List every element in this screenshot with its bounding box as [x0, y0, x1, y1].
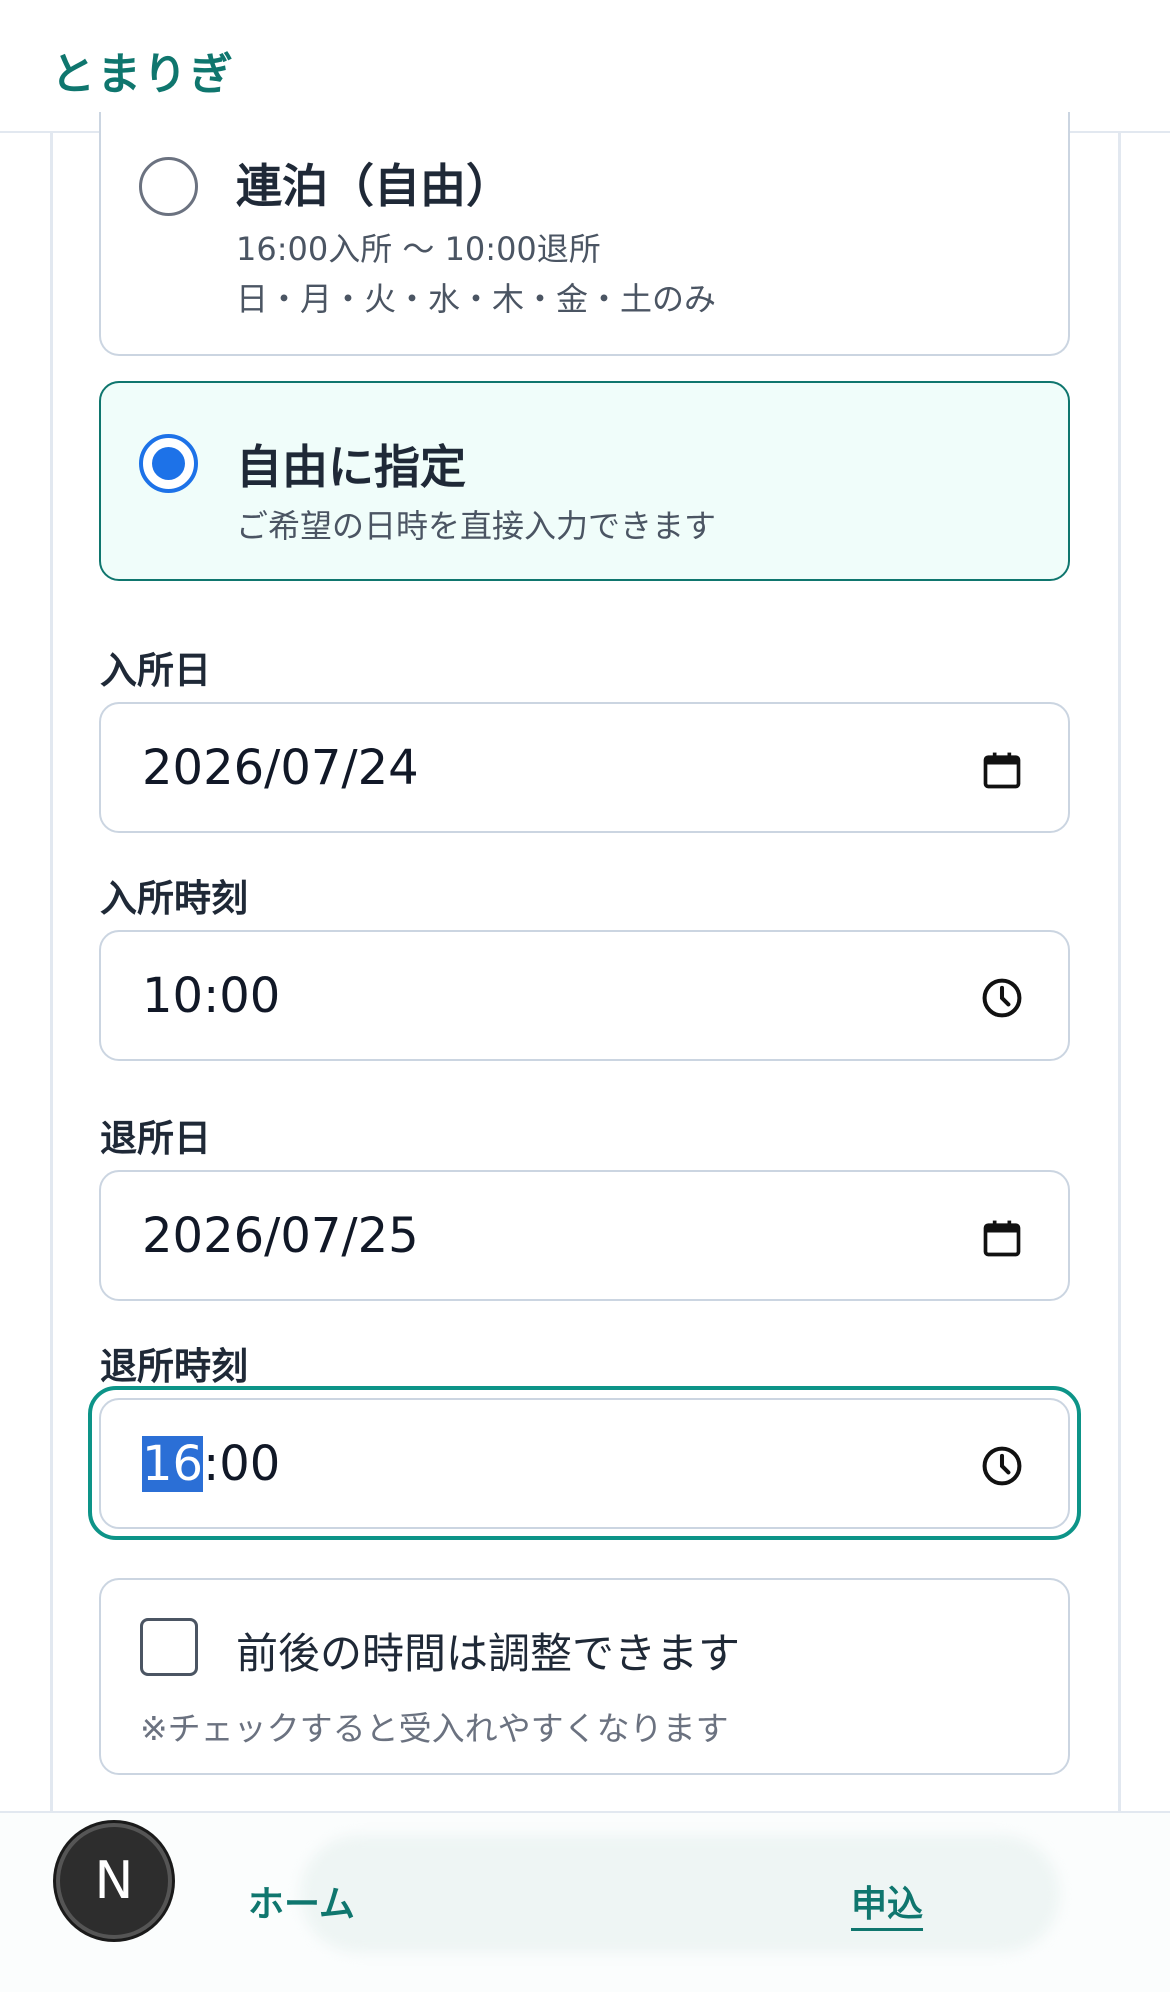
radio-button[interactable] — [139, 157, 198, 216]
checkout-date-value: 2026/07/25 — [142, 1208, 419, 1264]
nav-background — [300, 1835, 1060, 1953]
calendar-icon[interactable] — [980, 748, 1024, 792]
checkin-date-label: 入所日 — [100, 649, 211, 692]
flexible-time-card: 前後の時間は調整できます ※チェックすると受入れやすくなります — [99, 1578, 1070, 1775]
checkin-time-input[interactable]: 10:00 — [99, 930, 1070, 1061]
option-title: 連泊（自由） — [236, 159, 512, 213]
hour-segment-selected[interactable]: 16 — [142, 1436, 204, 1492]
checkin-date-value: 2026/07/24 — [142, 740, 419, 796]
option-title: 自由に指定 — [236, 440, 466, 494]
option-custom-card[interactable]: 自由に指定 ご希望の日時を直接入力できます — [99, 381, 1070, 581]
checkin-time-label: 入所時刻 — [100, 877, 248, 920]
calendar-icon[interactable] — [980, 1216, 1024, 1260]
minute-segment[interactable]: :00 — [203, 1436, 280, 1492]
checkout-time-value: 16:00 — [142, 1436, 280, 1492]
checkout-date-label: 退所日 — [100, 1117, 211, 1160]
checkout-date-input[interactable]: 2026/07/25 — [99, 1170, 1070, 1301]
app-logo[interactable]: とまりぎ — [51, 38, 235, 102]
checkout-time-label: 退所時刻 — [100, 1345, 248, 1388]
flexible-time-checkbox[interactable] — [140, 1618, 198, 1676]
checkout-time-input[interactable]: 16:00 — [99, 1398, 1070, 1529]
bottom-nav: N ホーム 申込 — [0, 1811, 1170, 1992]
checkin-date-input[interactable]: 2026/07/24 — [99, 702, 1070, 833]
avatar[interactable]: N — [56, 1823, 172, 1939]
flexible-time-label[interactable]: 前後の時間は調整できます — [236, 1620, 740, 1681]
radio-button-checked[interactable] — [139, 434, 198, 493]
option-renpaku-card[interactable]: 連泊（自由） 16:00入所 〜 10:00退所 日・月・火・水・木・金・土のみ — [99, 112, 1070, 356]
flexible-time-note: ※チェックすると受入れやすくなります — [140, 1709, 729, 1748]
nav-home-link[interactable]: ホーム — [248, 1875, 355, 1927]
option-description: ご希望の日時を直接入力できます — [236, 507, 717, 545]
option-time: 16:00入所 〜 10:00退所 — [236, 230, 601, 268]
option-days: 日・月・火・水・木・金・土のみ — [236, 280, 717, 318]
nav-apply-link[interactable]: 申込 — [851, 1875, 923, 1927]
checkin-time-value: 10:00 — [142, 968, 281, 1024]
clock-icon[interactable] — [980, 1444, 1024, 1488]
clock-icon[interactable] — [980, 976, 1024, 1020]
